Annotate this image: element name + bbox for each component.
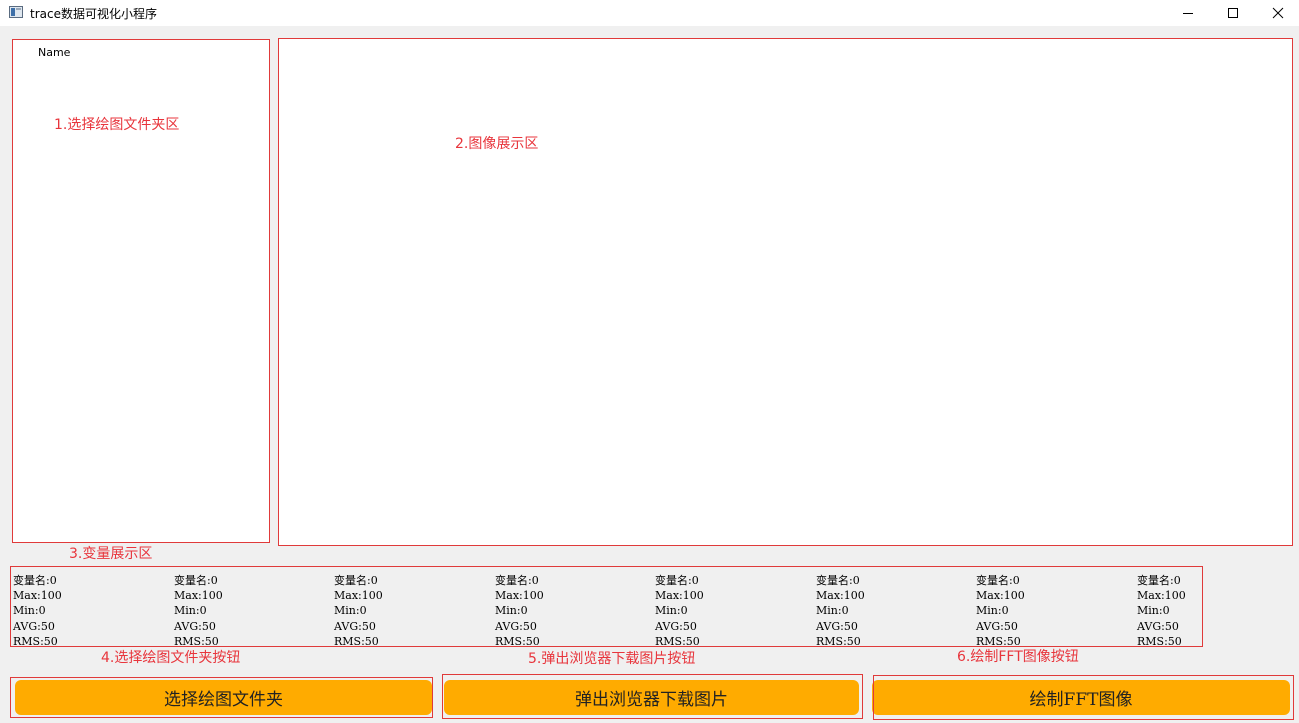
variable-rms: RMS:50 xyxy=(816,634,861,648)
variable-avg: AVG:50 xyxy=(655,619,697,633)
variable-name: 变量名:0 xyxy=(13,574,57,587)
variable-column: 变量名:0 Max:100 Min:0 AVG:50 RMS:50 xyxy=(816,573,865,649)
close-icon xyxy=(1272,7,1284,19)
variable-min: Min:0 xyxy=(13,604,46,618)
annotation-variable-area: 3.变量展示区 xyxy=(69,546,153,562)
annotation-folder-area: 1.选择绘图文件夹区 xyxy=(54,117,180,133)
variable-name: 变量名:0 xyxy=(976,574,1020,587)
variable-column: 变量名:0 Max:100 Min:0 AVG:50 RMS:50 xyxy=(976,573,1025,649)
variable-rms: RMS:50 xyxy=(495,634,540,648)
maximize-button[interactable] xyxy=(1210,0,1256,26)
variable-max: Max:100 xyxy=(976,589,1025,603)
variable-column: 变量名:0 Max:100 Min:0 AVG:50 RMS:50 xyxy=(655,573,704,649)
annotation-download-image-button: 5.弹出浏览器下载图片按钮 xyxy=(528,651,696,667)
annotation-image-area: 2.图像展示区 xyxy=(455,136,539,152)
variable-min: Min:0 xyxy=(655,604,688,618)
minimize-icon xyxy=(1183,13,1193,14)
variable-name: 变量名:0 xyxy=(816,574,860,587)
tree-column-header-name[interactable]: Name xyxy=(38,46,70,59)
draw-fft-button-frame xyxy=(873,675,1294,720)
variable-column: 变量名:0 Max:100 Min:0 AVG:50 RMS:50 xyxy=(174,573,223,649)
variable-rms: RMS:50 xyxy=(13,634,58,648)
variable-display-panel: 变量名:0 Max:100 Min:0 AVG:50 RMS:50 变量名:0 … xyxy=(10,566,1203,649)
minimize-button[interactable] xyxy=(1165,0,1211,26)
variable-avg: AVG:50 xyxy=(816,619,858,633)
variable-name: 变量名:0 xyxy=(1137,574,1181,587)
variable-max: Max:100 xyxy=(174,589,223,603)
variable-column: 变量名:0 Max:100 Min:0 AVG:50 RMS:50 xyxy=(495,573,544,649)
variable-name: 变量名:0 xyxy=(174,574,218,587)
variable-avg: AVG:50 xyxy=(13,619,55,633)
variable-min: Min:0 xyxy=(816,604,849,618)
variable-min: Min:0 xyxy=(976,604,1009,618)
variable-min: Min:0 xyxy=(1137,604,1170,618)
variable-max: Max:100 xyxy=(816,589,865,603)
close-button[interactable] xyxy=(1255,0,1299,26)
app-window-icon xyxy=(9,6,23,18)
variable-avg: AVG:50 xyxy=(334,619,376,633)
annotation-draw-fft-button: 6.绘制FFT图像按钮 xyxy=(957,649,1079,665)
select-folder-button-frame xyxy=(10,677,433,718)
download-image-button-frame xyxy=(442,674,863,719)
variable-min: Min:0 xyxy=(495,604,528,618)
variable-rms: RMS:50 xyxy=(1137,634,1182,648)
variable-min: Min:0 xyxy=(334,604,367,618)
variable-avg: AVG:50 xyxy=(976,619,1018,633)
variable-avg: AVG:50 xyxy=(495,619,537,633)
variable-min: Min:0 xyxy=(174,604,207,618)
variable-max: Max:100 xyxy=(495,589,544,603)
variable-column: 变量名:0 Max:100 Min:0 AVG:50 RMS:50 xyxy=(13,573,62,649)
title-bar[interactable]: trace数据可视化小程序 xyxy=(0,0,1299,26)
variable-avg: AVG:50 xyxy=(1137,619,1179,633)
variable-max: Max:100 xyxy=(655,589,704,603)
variable-name: 变量名:0 xyxy=(655,574,699,587)
variable-name: 变量名:0 xyxy=(495,574,539,587)
variable-max: Max:100 xyxy=(13,589,62,603)
annotation-select-folder-button: 4.选择绘图文件夹按钮 xyxy=(101,650,241,666)
maximize-icon xyxy=(1228,8,1238,18)
variable-rms: RMS:50 xyxy=(334,634,379,648)
variable-max: Max:100 xyxy=(1137,589,1186,603)
variable-column: 变量名:0 Max:100 Min:0 AVG:50 RMS:50 xyxy=(1137,573,1186,649)
image-display-panel xyxy=(278,38,1293,546)
variable-max: Max:100 xyxy=(334,589,383,603)
variable-name: 变量名:0 xyxy=(334,574,378,587)
variable-avg: AVG:50 xyxy=(174,619,216,633)
window-title: trace数据可视化小程序 xyxy=(30,7,157,21)
variable-rms: RMS:50 xyxy=(655,634,700,648)
variable-column: 变量名:0 Max:100 Min:0 AVG:50 RMS:50 xyxy=(334,573,383,649)
